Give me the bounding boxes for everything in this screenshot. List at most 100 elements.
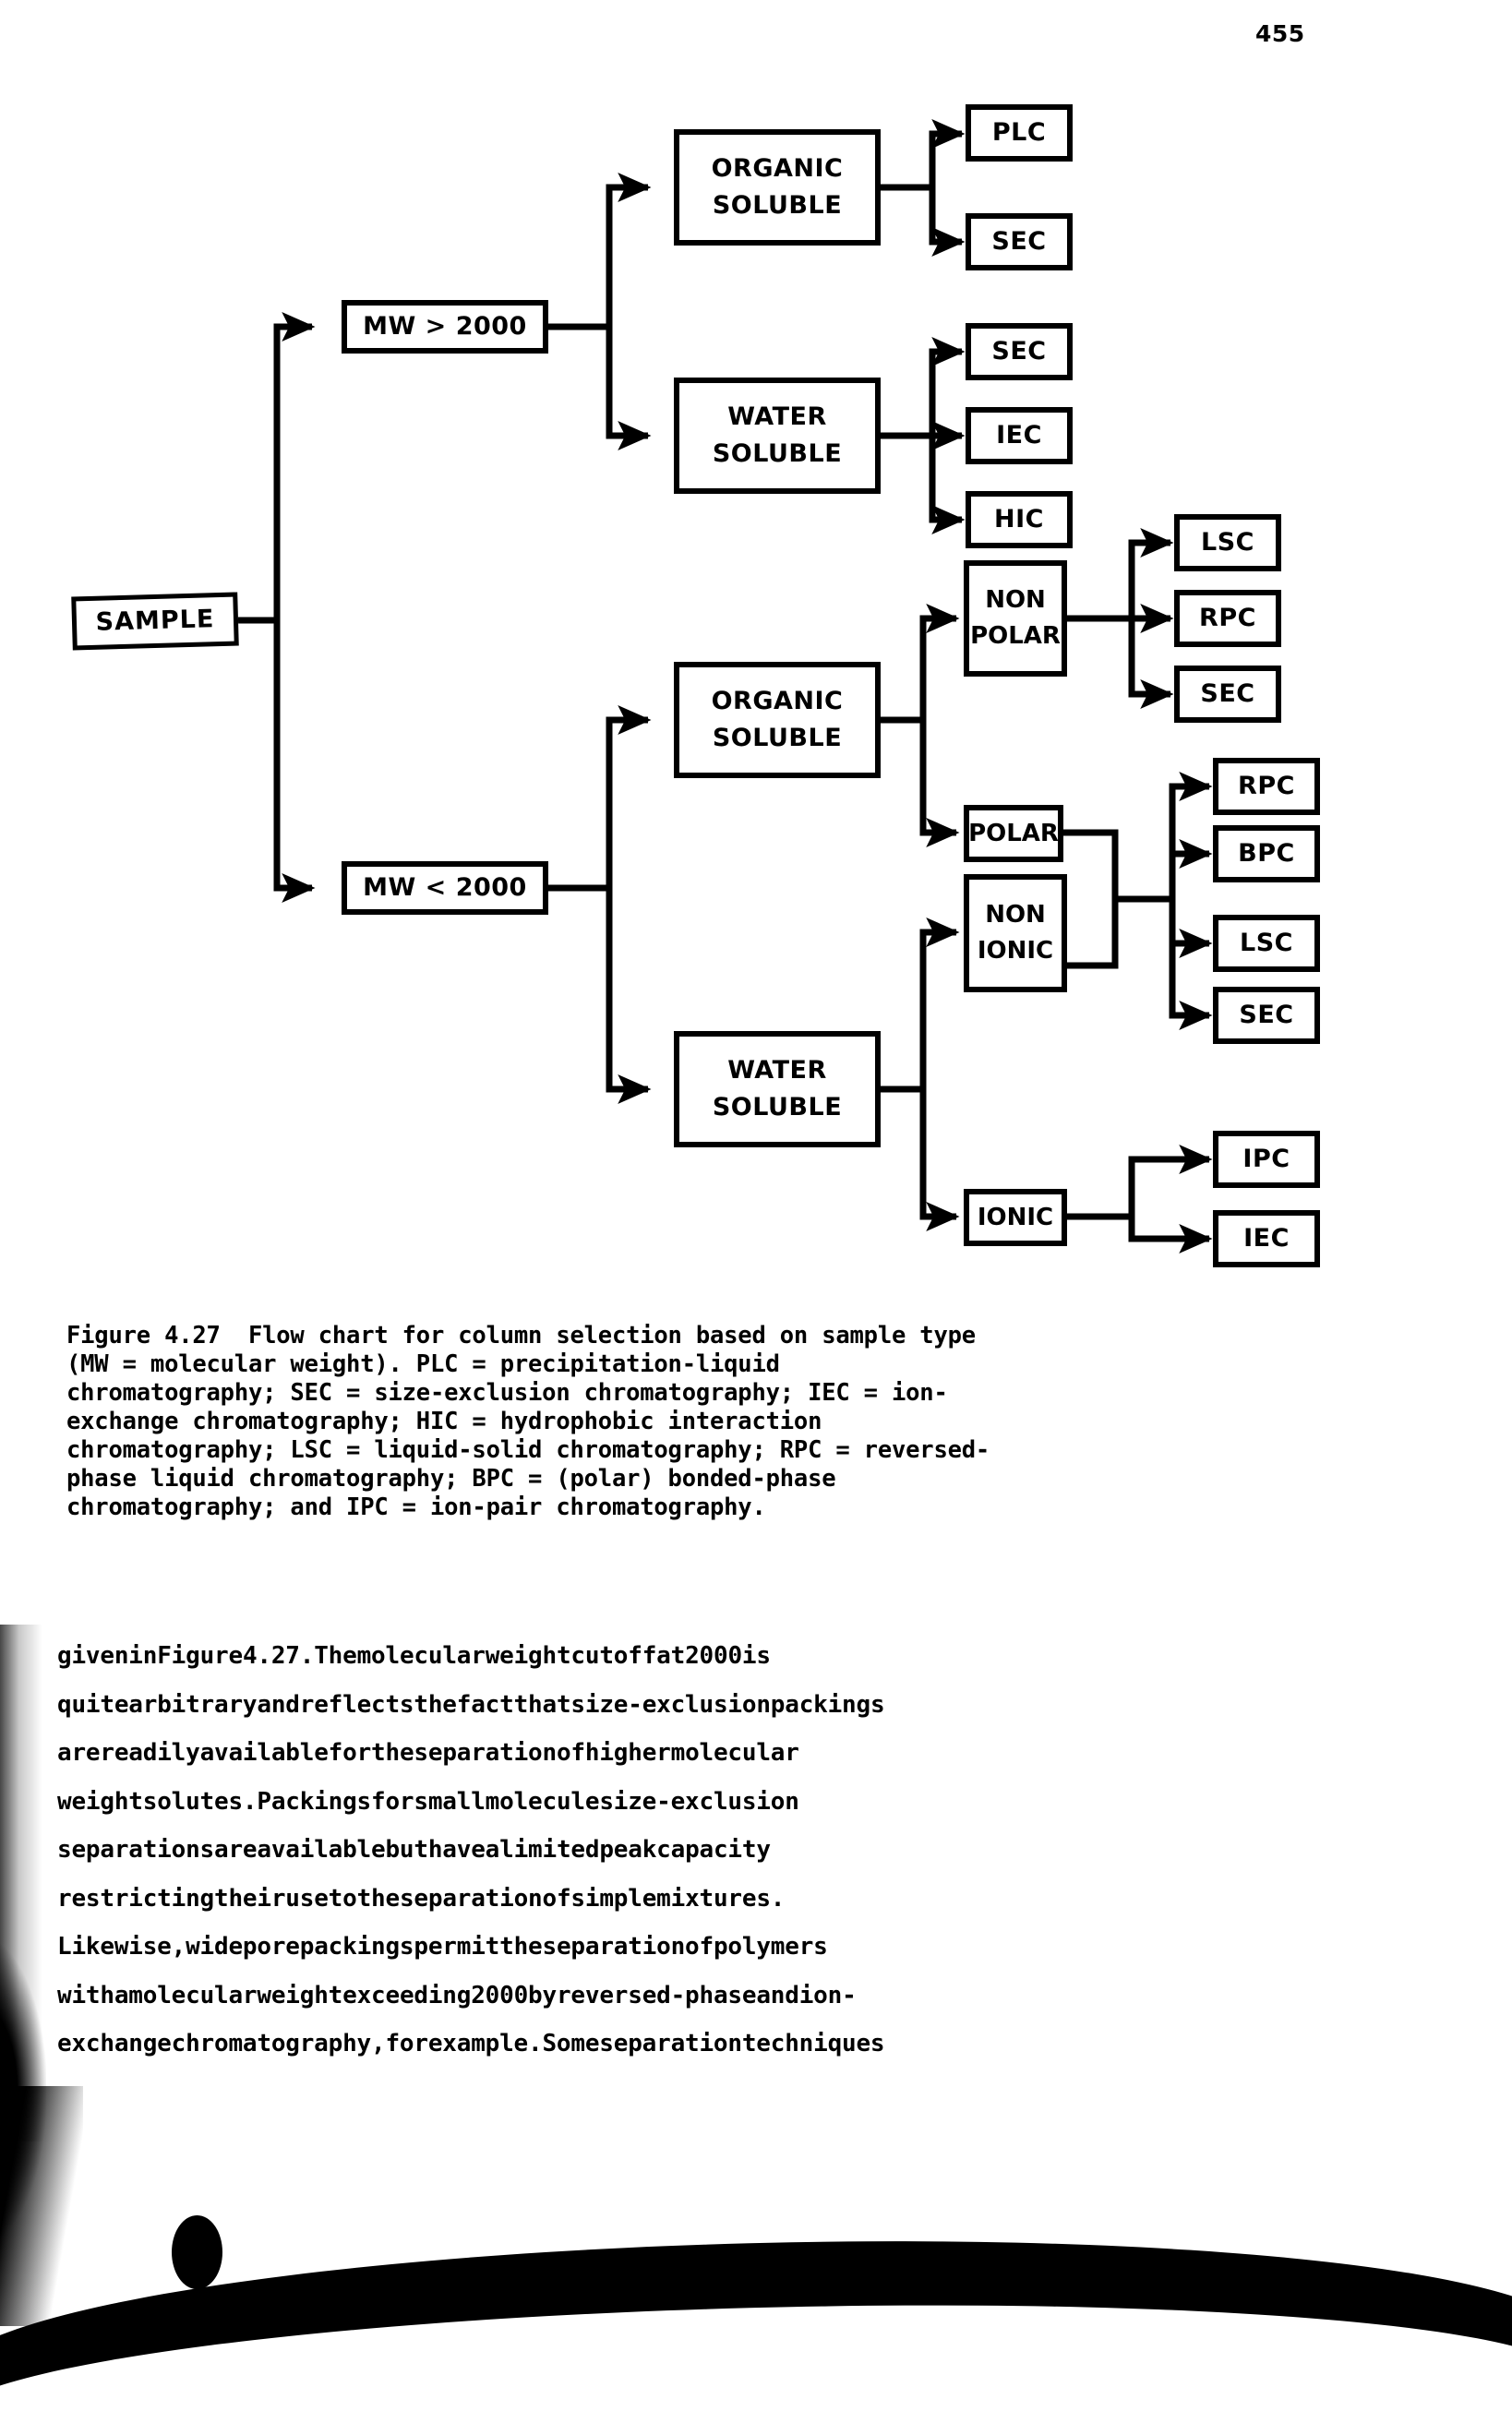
body-line: arereadilyavailablefortheseparationofhig… <box>57 1729 1363 1778</box>
node-iec-2-label: IEC <box>1243 1223 1290 1253</box>
body-word: Likewise, <box>57 1933 186 1961</box>
node-iec-1-label: IEC <box>996 420 1042 450</box>
node-sec-3[interactable]: SEC <box>1174 666 1281 723</box>
body-word: simple <box>570 1884 657 1913</box>
body-word: reflects <box>299 1690 414 1719</box>
body-word: peak <box>599 1836 657 1864</box>
body-word: size-exclusion <box>570 1690 771 1719</box>
body-word: in <box>128 1642 158 1670</box>
body-word: that <box>513 1690 571 1719</box>
body-word: is <box>741 1642 771 1670</box>
body-word: molecular <box>670 1739 799 1767</box>
caption-line: chromatography; and IPC = ion-pair chrom… <box>66 1493 766 1521</box>
body-word: pore <box>242 1933 300 1961</box>
node-ionic-label: IONIC <box>977 1203 1054 1231</box>
node-polar[interactable]: POLAR <box>964 805 1063 862</box>
body-word: restricting <box>57 1884 214 1913</box>
scan-bottom-highlight <box>0 2290 1512 2435</box>
body-word: Some <box>542 2030 600 2057</box>
body-word: separation <box>399 1884 543 1913</box>
node-hic-label: HIC <box>994 504 1044 534</box>
body-word: ion- <box>798 1981 857 2009</box>
node-mw-less-2000[interactable]: MW < 2000 <box>342 861 548 915</box>
node-lsc-2-label: LSC <box>1240 928 1293 957</box>
body-word: the <box>499 1933 543 1961</box>
body-line: separationsareavailablebuthavealimitedpe… <box>57 1826 1363 1875</box>
body-word: given <box>57 1642 129 1670</box>
body-word: are <box>214 1836 258 1864</box>
node-water-soluble-high-mw[interactable]: WATER SOLUBLE <box>674 378 881 494</box>
body-word: separation <box>414 1739 557 1767</box>
node-non-ionic[interactable]: NON IONIC <box>964 874 1067 992</box>
body-word: separation <box>542 1933 686 1961</box>
body-word: chromatography, <box>171 2030 386 2057</box>
node-bpc-label: BPC <box>1238 838 1295 868</box>
flowchart-figure: SAMPLE MW > 2000 MW < 2000 ORGANIC SOLUB… <box>0 0 1512 1292</box>
node-water-soluble-low-mw[interactable]: WATER SOLUBLE <box>674 1031 881 1147</box>
node-non-ionic-line1: NON <box>985 901 1046 929</box>
caption-line: exchange chromatography; HIC = hydrophob… <box>66 1408 822 1435</box>
node-mw-greater-2000[interactable]: MW > 2000 <box>342 300 548 354</box>
node-non-polar-line1: NON <box>985 586 1046 614</box>
body-word: higher <box>584 1739 671 1767</box>
body-word: of <box>685 1933 714 1961</box>
node-non-polar[interactable]: NON POLAR <box>964 560 1067 677</box>
node-organic-soluble-low-mw-line1: ORGANIC <box>711 686 844 715</box>
node-sample[interactable]: SAMPLE <box>71 592 239 651</box>
body-word: 2000 <box>471 1981 529 2009</box>
node-plc[interactable]: PLC <box>966 104 1073 162</box>
node-lsc-1-label: LSC <box>1201 527 1254 557</box>
body-word: arbitrary <box>128 1690 258 1719</box>
node-organic-soluble-low-mw[interactable]: ORGANIC SOLUBLE <box>674 662 881 778</box>
node-water-soluble-high-mw-line1: WATER <box>727 402 827 431</box>
body-word: mixtures. <box>656 1884 786 1913</box>
body-paragraph: giveninFigure4.27.Themolecularweightcuto… <box>57 1632 1363 2069</box>
body-word: by <box>528 1981 557 2009</box>
node-sec-3-label: SEC <box>1200 678 1255 708</box>
body-line: restrictingtheirusetotheseparationofsimp… <box>57 1875 1363 1924</box>
node-lsc-1[interactable]: LSC <box>1174 514 1281 571</box>
body-word: Packings <box>257 1787 372 1816</box>
scan-edge-smudge <box>0 1938 46 2243</box>
node-hic[interactable]: HIC <box>966 491 1073 548</box>
body-word: example. <box>427 2030 543 2057</box>
body-word: to <box>328 1884 357 1913</box>
node-non-polar-line2: POLAR <box>970 622 1061 650</box>
node-sec-4-label: SEC <box>1239 1000 1294 1029</box>
node-rpc-1[interactable]: RPC <box>1174 590 1281 647</box>
body-word: polymers <box>713 1933 828 1961</box>
node-sec-4[interactable]: SEC <box>1213 987 1320 1044</box>
node-lsc-2[interactable]: LSC <box>1213 915 1320 972</box>
body-word: solutes. <box>142 1787 258 1816</box>
node-sec-2-label: SEC <box>991 336 1047 366</box>
node-organic-soluble-high-mw-line1: ORGANIC <box>711 153 844 183</box>
body-word: a <box>114 1981 129 2009</box>
caption-line: chromatography; LSC = liquid-solid chrom… <box>66 1436 990 1464</box>
body-word: have <box>427 1836 486 1864</box>
node-ipc-label: IPC <box>1242 1144 1290 1173</box>
body-word: techniques <box>741 2030 885 2057</box>
body-word: available <box>257 1836 386 1864</box>
node-sec-1[interactable]: SEC <box>966 213 1073 270</box>
body-word: molecule <box>485 1787 600 1816</box>
body-word: for <box>385 2030 428 2057</box>
body-word: exceeding <box>342 1981 472 2009</box>
body-word: of <box>556 1739 585 1767</box>
node-sec-2[interactable]: SEC <box>966 323 1073 380</box>
node-iec-1[interactable]: IEC <box>966 407 1073 464</box>
node-mw-greater-2000-label: MW > 2000 <box>363 311 527 341</box>
node-organic-soluble-high-mw[interactable]: ORGANIC SOLUBLE <box>674 129 881 246</box>
node-rpc-2[interactable]: RPC <box>1213 758 1320 815</box>
body-word: cut <box>570 1642 614 1670</box>
body-word: available <box>199 1739 329 1767</box>
node-ipc[interactable]: IPC <box>1213 1131 1320 1188</box>
body-word: are <box>57 1739 101 1767</box>
body-word: weight <box>57 1787 143 1816</box>
scan-bottom-shadow <box>0 2227 1512 2397</box>
body-word: molecular <box>356 1642 486 1670</box>
caption-line: phase liquid chromatography; BPC = (pola… <box>66 1465 836 1493</box>
node-iec-2[interactable]: IEC <box>1213 1210 1320 1267</box>
node-bpc[interactable]: BPC <box>1213 825 1320 882</box>
node-organic-soluble-low-mw-line2: SOLUBLE <box>712 724 843 752</box>
node-ionic[interactable]: IONIC <box>964 1189 1067 1246</box>
